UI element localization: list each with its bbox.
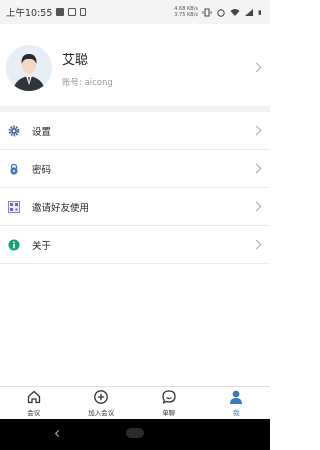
net-speed: 4.68 KB/s 3.75 KB/s [174, 6, 198, 18]
bottom-tab-bar: 会议 加入会议 单聊 我 [0, 386, 270, 419]
status-time: 上午10:55 [6, 8, 53, 19]
system-nav-bar [0, 419, 270, 450]
info-icon [8, 239, 20, 251]
home-pill[interactable] [126, 428, 144, 438]
chevron-right-icon [251, 239, 262, 250]
avatar[interactable] [6, 45, 52, 91]
phone-notification-icon [80, 8, 87, 16]
menu-item-label: 设置 [32, 126, 52, 138]
gear-icon [8, 125, 20, 137]
message-notification-icon [68, 8, 77, 16]
lock-icon [8, 163, 20, 175]
tab-label: 单聊 [162, 409, 176, 417]
vibrate-icon [202, 8, 212, 16]
tab-me[interactable]: 我 [203, 387, 271, 419]
menu-item-settings[interactable]: 设置 [0, 112, 270, 150]
menu-item-password[interactable]: 密码 [0, 150, 270, 188]
user-icon [230, 390, 243, 404]
menu-item-about[interactable]: 关于 [0, 226, 270, 264]
tab-meetings[interactable]: 会议 [0, 387, 68, 419]
back-icon[interactable] [54, 429, 63, 438]
home-icon [27, 390, 40, 404]
alarm-icon [217, 8, 225, 17]
status-bar: 上午10:55 4.68 KB/s 3.75 KB/s [0, 0, 270, 24]
menu-item-label: 关于 [32, 240, 52, 252]
chevron-right-icon [251, 125, 262, 136]
profile-name: 艾聪 [62, 52, 89, 68]
menu-item-label: 密码 [32, 164, 52, 176]
qr-code-icon [8, 200, 20, 213]
chevron-right-icon [251, 163, 262, 174]
image-notification-icon [56, 8, 65, 16]
menu-item-invite-friends[interactable]: 邀请好友使用 [0, 188, 270, 226]
tab-label: 加入会议 [88, 409, 115, 417]
menu-item-label: 邀请好友使用 [32, 202, 90, 214]
profile-header[interactable]: 艾聪 账号: aicong [0, 30, 270, 106]
chevron-right-icon [251, 201, 262, 212]
tab-label: 会议 [27, 409, 41, 417]
signal-icon [245, 8, 253, 16]
chat-icon [162, 390, 176, 404]
tab-join-meeting[interactable]: 加入会议 [68, 387, 136, 419]
avatar-illustration [6, 45, 52, 91]
profile-account: 账号: aicong [62, 77, 113, 88]
chevron-right-icon [251, 62, 262, 73]
tab-label: 我 [233, 409, 240, 417]
tab-chat[interactable]: 单聊 [135, 387, 203, 419]
net-speed-down: 3.75 KB/s [174, 12, 198, 18]
plus-circle-icon [94, 390, 109, 404]
settings-menu: 设置 密码 邀请好友使用 关于 [0, 112, 270, 264]
wifi-icon [230, 8, 240, 16]
battery-icon [258, 9, 261, 15]
